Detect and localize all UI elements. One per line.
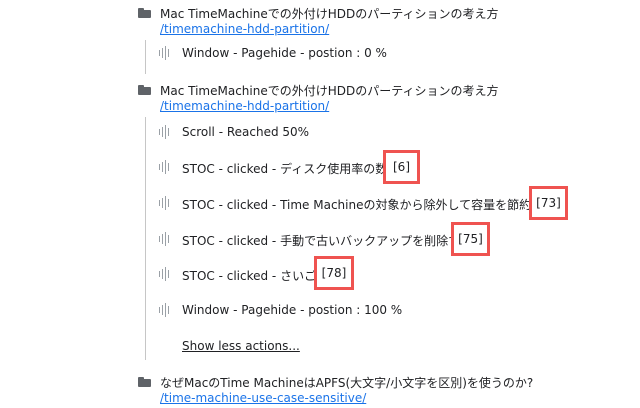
audio-waveform-icon [158, 125, 172, 139]
show-less-actions-link[interactable]: Show less actions... [182, 339, 300, 353]
audio-waveform-icon [158, 303, 172, 317]
action-label: STOC - clicked - 手動で古いバックアップを削除する [182, 234, 473, 248]
page-path-link[interactable]: /timemachine-hdd-partition/ [160, 99, 329, 113]
page-path-link[interactable]: /time-machine-use-case-sensitive/ [160, 391, 366, 405]
page-title: なぜMacのTime MachineはAPFS(大文字/小文字を区別)を使うのか… [160, 376, 534, 390]
page-title: Mac TimeMachineでの外付けHDDのパーティションの考え方 [160, 84, 499, 98]
audio-waveform-icon [158, 46, 172, 60]
audio-waveform-icon [158, 160, 172, 174]
session-timeline [145, 117, 146, 360]
audio-waveform-icon [158, 196, 172, 210]
event-count-badge: [78] [314, 256, 354, 290]
audio-waveform-icon [158, 232, 172, 246]
event-count-badge: [75] [451, 222, 490, 256]
page-title: Mac TimeMachineでの外付けHDDのパーティションの考え方 [160, 7, 499, 21]
action-label: STOC - clicked - さいごに [182, 269, 329, 283]
action-label: STOC - clicked - ディスク使用率の数値 [182, 162, 400, 176]
folder-icon [138, 8, 151, 18]
folder-icon [138, 85, 151, 95]
action-label: Scroll - Reached 50% [182, 125, 310, 139]
action-label: STOC - clicked - Time Machineの対象から除外して容量… [182, 198, 556, 212]
audio-waveform-icon [158, 267, 172, 281]
folder-icon [138, 377, 151, 387]
action-label: Window - Pagehide - postion : 0 % [182, 46, 387, 60]
action-label: Window - Pagehide - postion : 100 % [182, 303, 403, 317]
event-count-badge: [73] [529, 186, 568, 220]
event-count-badge: [6] [383, 150, 420, 184]
session-timeline [145, 40, 146, 74]
page-path-link[interactable]: /timemachine-hdd-partition/ [160, 22, 329, 36]
